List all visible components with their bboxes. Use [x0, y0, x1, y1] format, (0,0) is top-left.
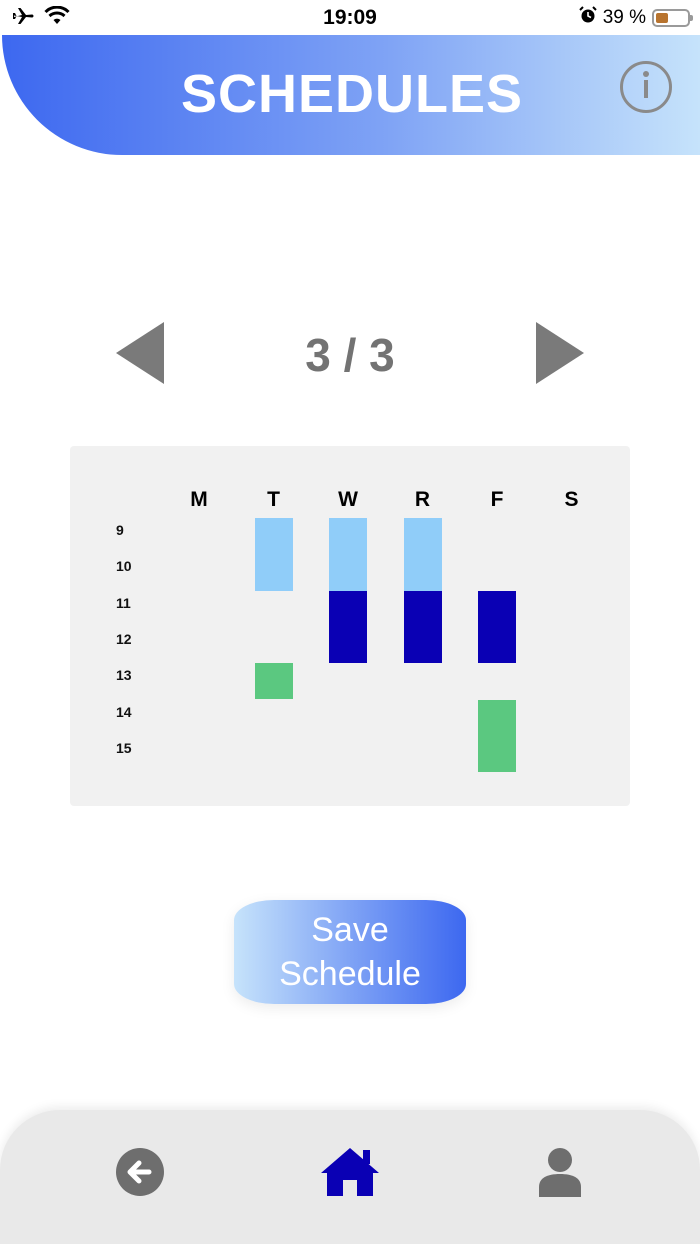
save-button-line1: Save: [311, 911, 389, 949]
arrow-left-circle-icon: [115, 1147, 165, 1202]
status-bar: 19:09 39 %: [0, 0, 700, 36]
hour-label-14: 14: [116, 703, 132, 720]
class-block-r-11[interactable]: [403, 590, 442, 664]
class-block-t-9[interactable]: [254, 518, 293, 591]
battery-percent: 39 %: [602, 7, 646, 28]
day-label-f: F: [490, 488, 504, 511]
hour-label-15: 15: [116, 739, 132, 756]
page-title: SCHEDULES: [180, 64, 524, 124]
day-label-t: T: [267, 488, 280, 511]
hour-label-13: 13: [116, 667, 132, 684]
class-block-t-13[interactable]: [254, 663, 293, 700]
page-indicator: 3 / 3: [305, 329, 395, 381]
user-icon: [537, 1147, 583, 1202]
class-block-f-11[interactable]: [478, 590, 516, 664]
battery-icon: [652, 9, 693, 27]
next-page-button[interactable]: [536, 322, 584, 384]
hour-label-11: 11: [116, 594, 131, 611]
class-block-w-9[interactable]: [329, 518, 367, 591]
day-label-s: S: [564, 488, 579, 511]
home-icon: [319, 1146, 381, 1203]
battery-level: [656, 13, 668, 23]
class-block-w-11[interactable]: [329, 590, 367, 664]
day-label-w: W: [338, 488, 358, 511]
nav-home-button[interactable]: [320, 1146, 380, 1202]
alarm-icon: [578, 6, 597, 30]
save-button-line2: Schedule: [279, 955, 421, 993]
nav-back-button[interactable]: [110, 1146, 170, 1202]
class-block-f-14[interactable]: [478, 699, 516, 773]
hour-label-9: 9: [116, 522, 124, 538]
nav-profile-button[interactable]: [530, 1146, 590, 1202]
bottom-nav: [0, 1110, 700, 1244]
day-label-m: M: [190, 488, 208, 511]
hour-label-12: 12: [116, 630, 132, 647]
class-block-r-9[interactable]: [403, 518, 442, 591]
info-icon: [641, 70, 651, 105]
hour-label-10: 10: [116, 558, 132, 575]
info-button[interactable]: [620, 61, 672, 113]
day-label-r: R: [414, 488, 431, 511]
header-bar: SCHEDULES: [2, 35, 700, 155]
save-schedule-button[interactable]: Save Schedule: [234, 900, 466, 1004]
status-right: 39 %: [578, 6, 693, 30]
schedule-grid: M T W R F S 9 10 11 12 13 14 15: [70, 446, 630, 806]
schedule-pager: 3 / 3: [0, 322, 700, 386]
